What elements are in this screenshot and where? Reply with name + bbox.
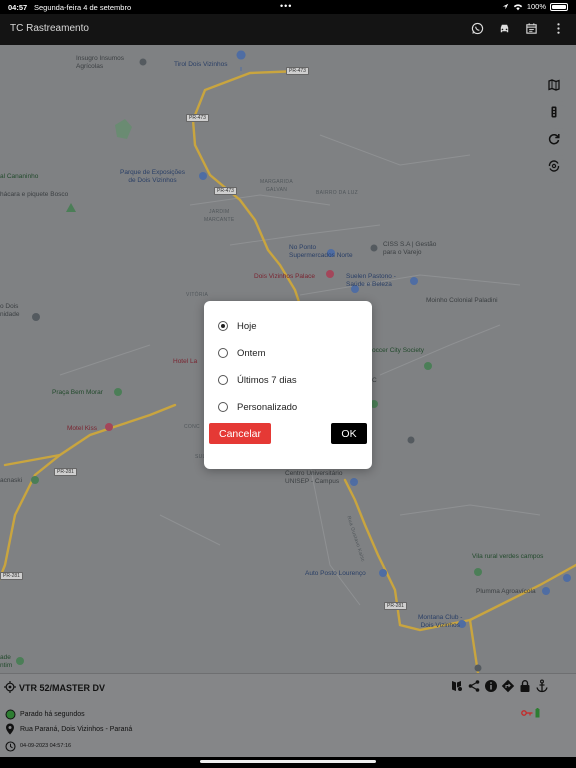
map-label-unidade: o Dois nidade (0, 303, 20, 318)
battery-icon (550, 2, 568, 11)
ignition-key-icon (521, 710, 533, 716)
date-range-dialog: Hoje Ontem Últimos 7 dias Personalizado … (204, 301, 372, 469)
more-vert-icon[interactable] (551, 21, 566, 36)
crosshair-icon[interactable] (4, 681, 16, 693)
traffic-button[interactable] (547, 105, 571, 129)
traffic-light-icon (551, 106, 557, 118)
map-label-insumos: Insugro Insumos Agrícolas (76, 55, 125, 70)
map-label-chacara: hácara e piquete Bosco (0, 191, 69, 198)
lock-icon[interactable] (517, 678, 532, 693)
map-label-unisep: Centro Universitário UNISEP - Campus (285, 470, 343, 485)
info-icon[interactable] (483, 678, 498, 693)
wifi-icon (513, 3, 522, 10)
vehicle-actions (449, 678, 549, 693)
map-layers-icon (548, 79, 560, 91)
vehicle-name: VTR 52/MASTER DV (19, 683, 106, 693)
anchor-icon[interactable] (534, 678, 549, 693)
map-label-auto-posto: Auto Posto Lourenço (305, 570, 366, 577)
cancel-button[interactable]: Cancelar (209, 423, 271, 444)
road-shield-pr473: PR-473 (214, 187, 237, 195)
whatsapp-icon[interactable] (470, 21, 485, 36)
app-bar: TC Rastreamento (0, 14, 576, 45)
option-custom[interactable]: Personalizado (218, 400, 297, 414)
auto-refresh-button[interactable] (547, 159, 571, 183)
multitask-dots[interactable]: ••• (280, 1, 292, 11)
option-yesterday[interactable]: Ontem (218, 346, 266, 360)
map-label-soccer: occer City Society (372, 347, 425, 354)
battery-level-icon (535, 708, 540, 718)
auto-refresh-icon (548, 160, 560, 172)
map-label-bairro-luz: BAIRRO DA LUZ (316, 190, 358, 196)
map-label-hotel: Hotel La (173, 358, 198, 365)
map-label-montana: Montana Club - Dois Vizinhos (418, 614, 463, 629)
map-label-ciss: CISS S.A | Gestão para o Varejo (383, 241, 437, 256)
map-label-dv-palace: Dois Vizinhos Palace (254, 273, 315, 280)
road-shield-pr281: PR-281 (54, 468, 77, 476)
radio-last-7-days[interactable] (218, 375, 228, 385)
timestamp-row: 04-09-2023 04:57:16 (4, 740, 71, 752)
app-bar-actions (470, 21, 566, 36)
road-shield-pr473: PR-473 (186, 114, 209, 122)
app-title: TC Rastreamento (10, 23, 89, 34)
map-label-conc: CONC (184, 424, 200, 430)
map-label-macnaski: acnaski (0, 477, 23, 484)
route-icon[interactable] (449, 678, 464, 693)
status-time: 04:57 (8, 3, 28, 12)
ok-button[interactable]: OK (331, 423, 367, 444)
map-label-aude: ade ntim (0, 654, 13, 669)
vehicle-address: Rua Paraná, Dois Vizinhos - Paraná (20, 725, 133, 733)
map-label-c: C (372, 377, 377, 384)
road-shield-pr281: PR-281 (384, 602, 407, 610)
map-label-cananinho: al Cananinho (0, 173, 39, 180)
radio-today[interactable] (218, 321, 228, 331)
clock-icon (4, 740, 16, 752)
share-icon[interactable] (466, 678, 481, 693)
refresh-icon (548, 133, 560, 145)
vehicle-status: Parado há segundos (20, 710, 85, 718)
option-last-7-days-label: Últimos 7 dias (237, 374, 297, 386)
address-row: Rua Paraná, Dois Vizinhos - Paraná (4, 723, 132, 735)
car-icon[interactable] (497, 21, 512, 36)
option-yesterday-label: Ontem (237, 347, 266, 359)
map-label-plumma: Plumma Agroavícola (476, 588, 536, 595)
map-label-vitoria: VITÓRIA (186, 292, 209, 298)
map-label-motel: Motel Kiss (67, 425, 97, 432)
location-arrow-icon (502, 3, 509, 10)
location-pin-icon (4, 723, 16, 735)
map-label-vila: Vila rural verdes campos (472, 553, 544, 560)
battery-percent: 100% (526, 2, 546, 11)
map-label-moinho: Moinho Colonial Paladini (426, 297, 498, 304)
status-row: Parado há segundos (4, 708, 85, 720)
map-label-praca: Praça Bem Morar (52, 389, 103, 396)
status-right: 100% (502, 2, 568, 11)
status-bar: 04:57 Segunda-feira 4 de setembro ••• 10… (0, 0, 576, 14)
status-date: Segunda-feira 4 de setembro (34, 3, 132, 12)
vehicle-panel: VTR 52/MASTER DV Parado há segundos Rua … (0, 673, 576, 757)
calendar-icon[interactable] (524, 21, 539, 36)
home-indicator[interactable] (0, 757, 576, 768)
vehicle-timestamp: 04-09-2023 04:57:16 (20, 743, 72, 749)
option-today[interactable]: Hoje (218, 319, 257, 333)
option-custom-label: Personalizado (237, 401, 298, 413)
road-shield-pr473: PR-473 (286, 67, 309, 75)
map-label-tirol: Tirol Dois Vizinhos (174, 61, 228, 68)
radio-yesterday[interactable] (218, 348, 228, 358)
map-label-parque: Parque de Exposições de Dois Vizinhos (120, 169, 186, 184)
map-label-suelen: Suelen Pastono - Saúde e Beleza (346, 273, 396, 288)
refresh-button[interactable] (547, 132, 571, 156)
radio-custom[interactable] (218, 402, 228, 412)
status-dot-icon (4, 708, 16, 720)
map-layers-button[interactable] (547, 78, 571, 102)
map-label-noponto: No Ponto Supermercados Norte (289, 244, 353, 259)
directions-icon[interactable] (500, 678, 515, 693)
option-today-label: Hoje (237, 320, 257, 332)
road-shield-pr281: PR-281 (0, 572, 23, 580)
map-label-margarida: MARGARIDA GALVAN (260, 179, 293, 193)
option-last-7-days[interactable]: Últimos 7 dias (218, 373, 297, 387)
map-label-jardim: JARDIM MARCANTE (204, 209, 235, 223)
